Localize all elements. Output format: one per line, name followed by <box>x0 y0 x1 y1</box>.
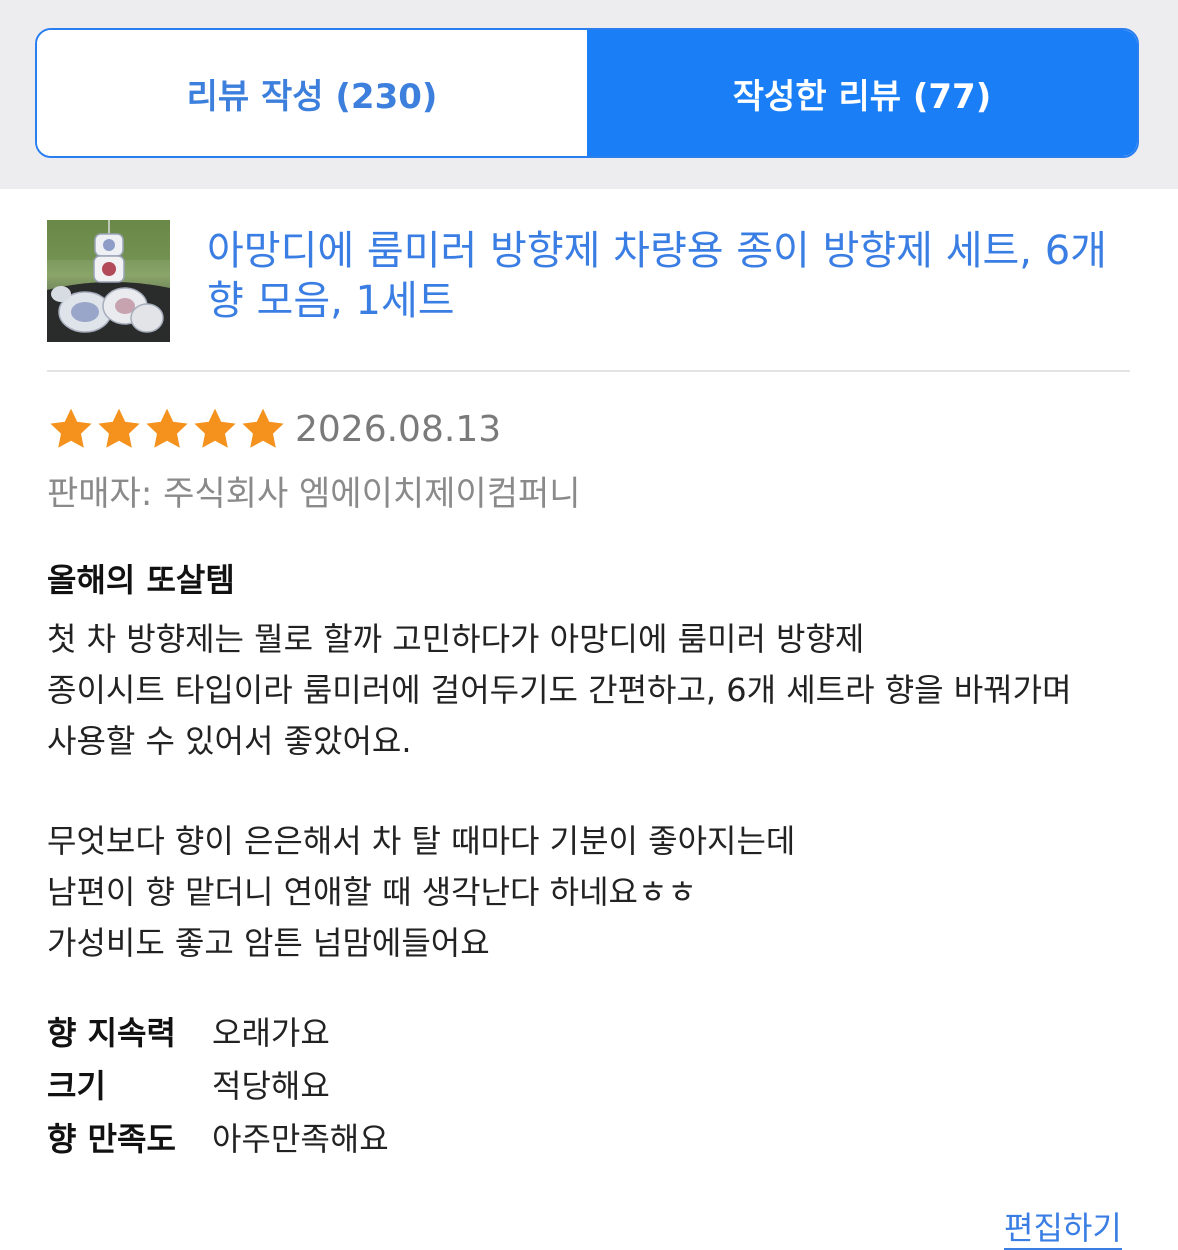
review-date: 2026.08.13 <box>295 408 502 450</box>
star-icon <box>146 408 188 448</box>
review-body: 첫 차 방향제는 뭘로 할까 고민하다가 아망디에 룸미러 방향제 종이시트 타… <box>47 614 1137 969</box>
star-icon <box>242 408 284 448</box>
review-tabs: 리뷰 작성 (230) 작성한 리뷰 (77) <box>35 28 1139 158</box>
review-line: 가성비도 좋고 암튼 넘맘에들어요 <box>47 924 490 962</box>
tab-written-reviews[interactable]: 작성한 리뷰 (77) <box>587 30 1137 156</box>
product-photo-icon <box>47 220 170 342</box>
attribute-label: 향 지속력 <box>47 1013 176 1052</box>
review-line: 남편이 향 맡더니 연애할 때 생각난다 하네요ㅎㅎ <box>47 873 697 911</box>
divider <box>47 370 1130 372</box>
seller-name: 판매자: 주식회사 엠에이치제이컴퍼니 <box>47 474 581 514</box>
attribute-value: 아주만족해요 <box>212 1119 389 1158</box>
product-thumbnail[interactable] <box>47 220 170 342</box>
star-icon <box>98 408 140 448</box>
review-line: 종이시트 타입이라 룸미러에 걸어두기도 간편하고, 6개 세트라 향을 바꿔가… <box>47 671 1072 709</box>
star-icon <box>194 408 236 448</box>
star-rating <box>47 405 287 453</box>
review-line: 무엇보다 향이 은은해서 차 탈 때마다 기분이 좋아지는데 <box>47 822 796 860</box>
edit-review-link[interactable]: 편집하기 <box>1004 1208 1122 1250</box>
tab-write-review[interactable]: 리뷰 작성 (230) <box>37 30 587 156</box>
attribute-value: 오래가요 <box>212 1013 330 1052</box>
review-line: 첫 차 방향제는 뭘로 할까 고민하다가 아망디에 룸미러 방향제 <box>47 620 865 658</box>
attribute-row: 향 지속력 오래가요 <box>47 1004 747 1057</box>
attribute-row: 향 만족도 아주만족해요 <box>47 1110 747 1163</box>
attribute-label: 크기 <box>47 1066 106 1105</box>
review-headline: 올해의 또살템 <box>47 561 235 599</box>
review-attributes: 향 지속력 오래가요 크기 적당해요 향 만족도 아주만족해요 <box>47 1004 747 1163</box>
review-tab-bar: 리뷰 작성 (230) 작성한 리뷰 (77) <box>0 0 1178 189</box>
attribute-value: 적당해요 <box>212 1066 330 1105</box>
product-info: 아망디에 룸미러 방향제 차량용 종이 방향제 세트, 6개 향 모음, 1세트 <box>47 220 1130 370</box>
attribute-label: 향 만족도 <box>47 1119 176 1158</box>
attribute-row: 크기 적당해요 <box>47 1057 747 1110</box>
product-title[interactable]: 아망디에 룸미러 방향제 차량용 종이 방향제 세트, 6개 향 모음, 1세트 <box>207 226 1127 326</box>
rating-row: 2026.08.13 <box>47 404 501 454</box>
star-icon <box>50 408 92 448</box>
review-line: 사용할 수 있어서 좋았어요. <box>47 722 412 760</box>
